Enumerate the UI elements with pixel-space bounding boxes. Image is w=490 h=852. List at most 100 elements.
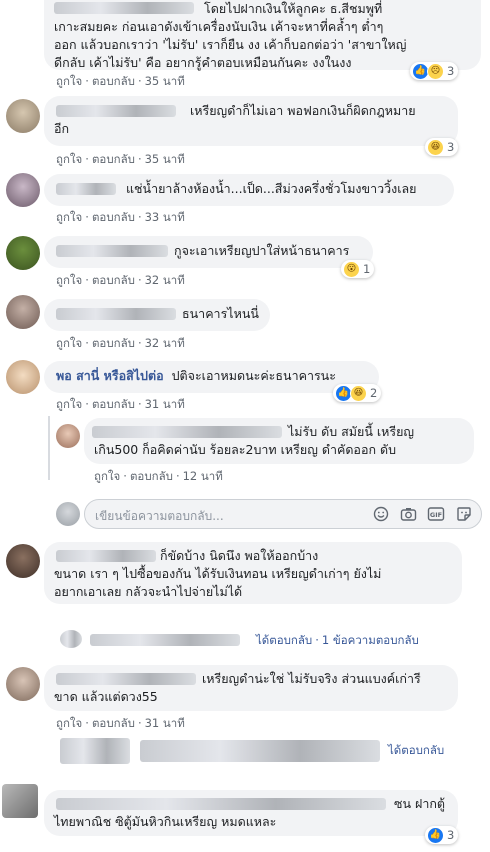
comment-actions: ถูกใจ · ตอบกลับ · 31 นาที [56,716,185,730]
author-name-pixelated[interactable] [56,183,116,195]
reply-input-placeholder: เขียนข้อความตอบกลับ... [95,509,224,523]
like-button[interactable]: ถูกใจ [56,336,82,350]
sticker-icon[interactable] [456,506,472,525]
reply-button[interactable]: ตอบกลับ [92,336,135,350]
author-name-pixelated[interactable] [92,426,282,438]
author-name-pixelated[interactable] [54,2,194,14]
reaction-badge[interactable]: 😆 3 [425,138,459,156]
avatar[interactable] [6,236,40,270]
timestamp[interactable]: 35 นาที [145,74,185,88]
comment-text: เหรียญดำก็ไม่เอา พอฟอกเงินก็ผิดกฎหมาย [190,103,416,118]
comment-bubble: พอ สานี่ หรือสิไปต่อ ปติจะเอาหมดนะค่ะธนา… [44,361,379,393]
comment-text: ก็ขัดบ้าง นิดนึง พอให้ออกบ้าง [160,548,319,563]
svg-text:GIF: GIF [430,511,442,519]
reply-button[interactable]: ตอบกลับ [92,716,135,730]
reply-bubble: ไม่รับ ดับ สมัยนี้ เหรียญ เกิน500 ก็อคิด… [84,418,474,464]
avatar[interactable] [6,173,40,207]
author-name[interactable]: พอ สานี่ หรือสิไปต่อ [56,368,164,383]
comment-bubble: โดยไปฝากเงินให้ลูกคะ ธ.สีชมพูที่ เกาะสมย… [44,0,481,70]
replier-name-pixelated[interactable] [140,740,380,762]
avatar[interactable] [6,295,40,329]
reply-thread-line [48,416,50,480]
comment-text: กูจะเอาเหรียญปาใส่หน้าธนาคาร [174,243,350,258]
comment-bubble: เหรียญดำน่ะใช่ ไม่รับจริง ส่วนแบงค์เก่าร… [44,665,458,711]
haha-icon: 😆 [427,138,444,156]
comment-text: อยากเอาเลย กลัวจะนำไปจ่ายไม่ได้ [54,584,243,599]
comment-bubble: ซน ฝากตู้ ไทยพาณิช ซิตู้มันหิวกินเหรียญ … [44,790,458,836]
comment-text: เหรียญดำน่ะใช่ ไม่รับจริง ส่วนแบงค์เก่าร… [202,671,421,686]
author-name-pixelated[interactable] [56,308,176,320]
like-button[interactable]: ถูกใจ [56,397,82,411]
comment-bubble: ก็ขัดบ้าง นิดนึง พอให้ออกบ้าง ขนาด เรา ๆ… [44,542,462,604]
reaction-badge[interactable]: 👍 ☹ 3 [410,62,459,80]
comment-actions: ถูกใจ · ตอบกลับ · 35 นาที [56,152,185,166]
like-button[interactable]: ถูกใจ [94,469,120,483]
replier-name-pixelated[interactable] [90,634,240,646]
view-replies-link[interactable]: ได้ตอบกลับ [388,742,444,760]
reply-button[interactable]: ตอบกลับ [92,152,135,166]
comment-text: เกิน500 ก็อคิดค่านับ ร้อยละ2บาท เหรียญ ด… [94,442,397,457]
gif-icon[interactable]: GIF [427,506,445,525]
comment-actions: ถูกใจ · ตอบกลับ · 32 นาที [56,336,185,350]
timestamp[interactable]: 32 นาที [145,336,185,350]
timestamp[interactable]: 31 นาที [145,397,185,411]
author-name-pixelated[interactable] [56,673,196,685]
like-button[interactable]: ถูกใจ [56,716,82,730]
reaction-badge[interactable]: 👍 3 [425,826,459,844]
comment-text: อีก [54,121,70,136]
sad-icon: ☹ [427,62,444,80]
comment-text: ปติจะเอาหมดนะค่ะธนาคารนะ [171,368,336,383]
author-name-pixelated[interactable] [56,550,156,562]
emoji-icon[interactable] [373,506,389,525]
view-replies-link[interactable]: ได้ตอบกลับ · 1 ข้อความตอบกลับ [256,632,419,650]
comment-bubble: ธนาคารไหนนี่ [44,299,270,331]
timestamp[interactable]: 33 นาที [145,210,185,224]
camera-icon[interactable] [400,506,417,525]
timestamp[interactable]: 31 นาที [145,716,185,730]
avatar[interactable] [6,544,40,578]
reply-button[interactable]: ตอบกลับ [92,273,135,287]
like-icon: 👍 [427,826,444,844]
comment-text: ธนาคารไหนนี่ [182,306,259,321]
comment-text: ขนาด เรา ๆ ไปซื้อของกัน ได้รับเงินทอน เห… [54,566,382,581]
comment-text: ไม่รับ ดับ สมัยนี้ เหรียญ [288,424,415,439]
avatar[interactable] [6,360,40,394]
timestamp[interactable]: 12 นาที [183,469,223,483]
like-button[interactable]: ถูกใจ [56,152,82,166]
avatar[interactable] [6,99,40,133]
avatar [56,502,80,526]
like-button[interactable]: ถูกใจ [56,74,82,88]
wow-icon: 😮 [343,260,360,278]
comment-bubble: แช่น้ำยาล้างห้องน้ำ...เป็ด...สีม่วงครึ่ง… [44,174,454,206]
timestamp[interactable]: 32 นาที [145,273,185,287]
comment-text: ซน ฝากตู้ [394,796,446,811]
like-button[interactable]: ถูกใจ [56,210,82,224]
reply-button[interactable]: ตอบกลับ [92,210,135,224]
reaction-badge[interactable]: 👍 😆 2 [333,384,382,402]
author-name-pixelated[interactable] [56,105,176,117]
reply-input-field[interactable]: เขียนข้อความตอบกลับ... GIF [84,499,482,529]
avatar[interactable] [6,667,40,701]
timestamp[interactable]: 35 นาที [145,152,185,166]
reply-button[interactable]: ตอบกลับ [92,397,135,411]
comment-bubble: กูจะเอาเหรียญปาใส่หน้าธนาคาร [44,236,373,268]
haha-icon: 😆 [350,384,367,402]
comment-text: ขาด แล้วแต่ดวง55 [54,689,158,704]
comment-actions: ถูกใจ · ตอบกลับ · 33 นาที [56,210,185,224]
avatar[interactable] [2,784,38,818]
comment-text: แช่น้ำยาล้างห้องน้ำ...เป็ด...สีม่วงครึ่ง… [126,181,417,196]
replier-avatar-pixelated[interactable] [60,738,130,764]
comment-bubble: เหรียญดำก็ไม่เอา พอฟอกเงินก็ผิดกฎหมาย อี… [44,96,458,146]
reply-button[interactable]: ตอบกลับ [92,74,135,88]
comment-actions: ถูกใจ · ตอบกลับ · 32 นาที [56,273,185,287]
author-name-pixelated[interactable] [56,798,386,810]
author-name-pixelated[interactable] [56,245,168,257]
comment-text: ไทยพาณิช ซิตู้มันหิวกินเหรียญ หมดแหละ [54,814,277,829]
reply-button[interactable]: ตอบกลับ [130,469,173,483]
comment-text: โดยไปฝากเงินให้ลูกคะ ธ.สีชมพูที่ เกาะสมย… [54,1,407,70]
avatar[interactable] [56,424,80,448]
reaction-badge[interactable]: 😮 1 [341,260,375,278]
reply-actions: ถูกใจ · ตอบกลับ · 12 นาที [94,469,223,483]
like-button[interactable]: ถูกใจ [56,273,82,287]
replier-avatar-pixelated[interactable] [60,630,82,648]
